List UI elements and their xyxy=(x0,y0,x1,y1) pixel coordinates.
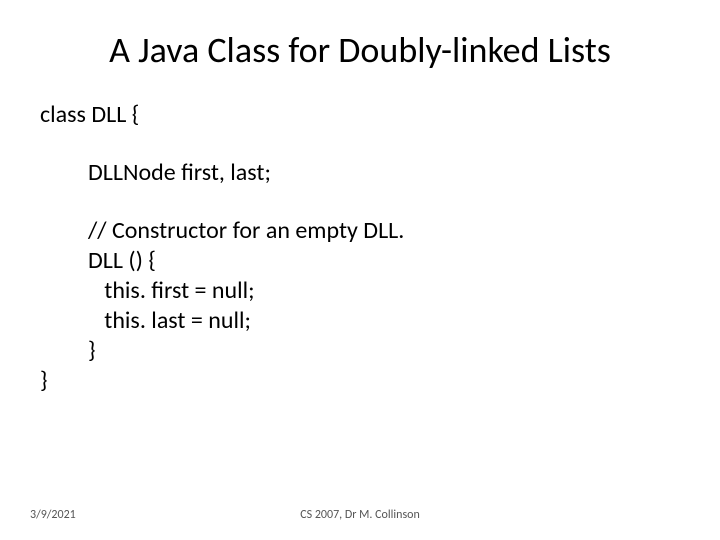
code-line: // Constructor for an empty DLL. xyxy=(40,216,680,246)
code-line: this. first = null; xyxy=(40,276,680,306)
code-line: DLLNode first, last; xyxy=(40,158,680,188)
code-line: class DLL { xyxy=(40,100,680,130)
slide: A Java Class for Doubly-linked Lists cla… xyxy=(0,0,720,540)
blank-line xyxy=(40,130,680,158)
footer-date: 3/9/2021 xyxy=(30,508,76,522)
slide-title: A Java Class for Doubly-linked Lists xyxy=(40,28,680,72)
code-line: } xyxy=(40,336,680,366)
footer-center: CS 2007, Dr M. Collinson xyxy=(300,508,420,522)
code-block: class DLL { DLLNode first, last; // Cons… xyxy=(40,100,680,396)
footer: 3/9/2021 CS 2007, Dr M. Collinson xyxy=(0,508,720,522)
code-line: } xyxy=(40,366,680,396)
code-line: this. last = null; xyxy=(40,306,680,336)
blank-line xyxy=(40,188,680,216)
code-line: DLL () { xyxy=(40,246,680,276)
